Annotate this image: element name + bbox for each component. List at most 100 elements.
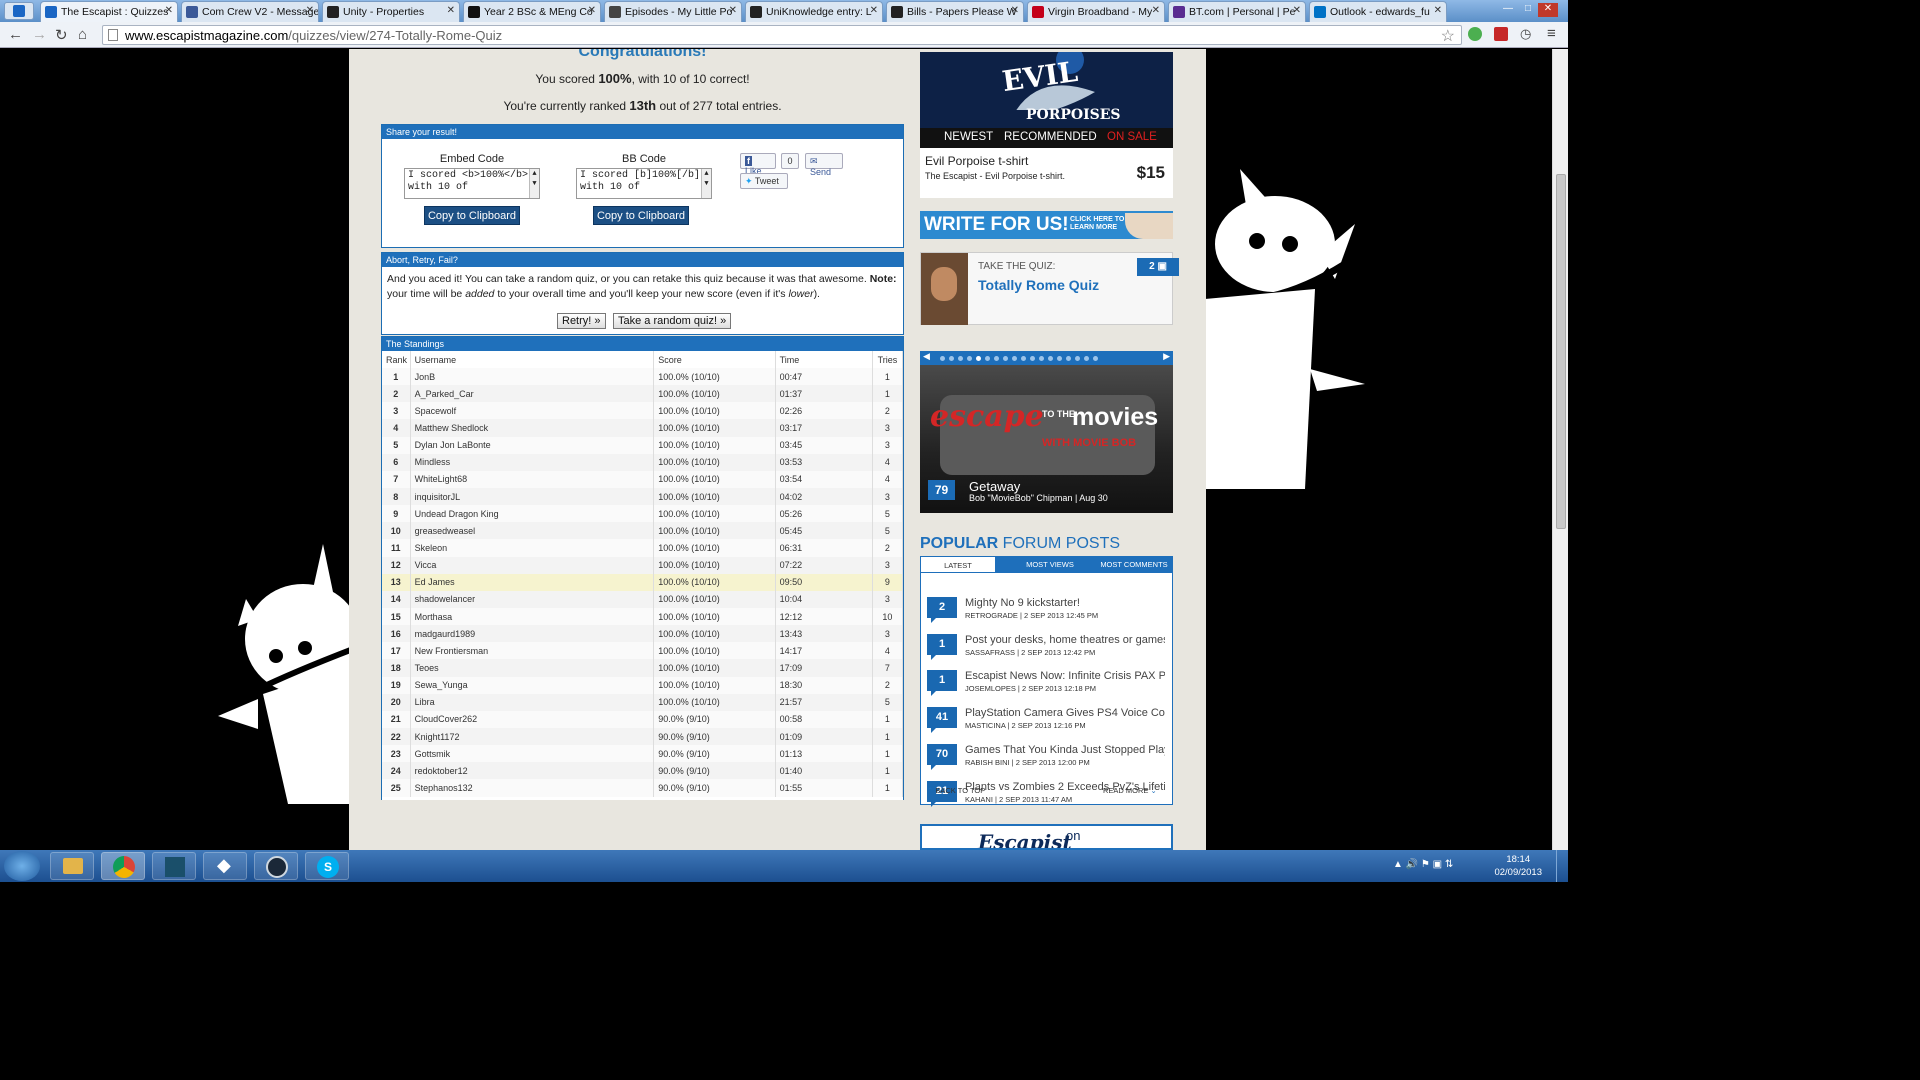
carousel-dot[interactable] [1030,356,1035,361]
skype-taskbar-icon[interactable]: S [305,852,349,880]
username-cell[interactable]: Mindless [410,453,655,471]
facebook-like-button[interactable]: f Like [740,153,776,176]
carousel-dot[interactable] [976,356,981,361]
username-cell[interactable]: Skeleon [410,539,655,557]
browser-tab[interactable]: The Escapist : Quizzes ✕ [40,1,178,22]
carousel-dot[interactable] [940,356,945,361]
username-cell[interactable]: Undead Dragon King [410,505,655,523]
bb-code-textarea[interactable]: I scored [b]100%[/b], with 10 of ▲ ▼ [576,168,712,199]
username-cell[interactable]: Morthasa [410,607,655,626]
carousel-dot[interactable] [1039,356,1044,361]
write-for-us-banner[interactable]: WRITE FOR US! CLICK HERE TO LEARN MORE [920,211,1173,239]
tab-close-icon[interactable]: ✕ [870,5,878,16]
store-nav-on-sale[interactable]: ON SALE [1107,131,1157,143]
carousel-dot[interactable] [958,356,963,361]
evil-porpoises-banner[interactable]: EVIL PORPOISES [920,49,1173,128]
tab-close-icon[interactable]: ✕ [165,5,173,16]
browser-tab[interactable]: Com Crew V2 - Messages ✕ [181,1,319,22]
list-item[interactable]: 41 PlayStation Camera Gives PS4 Voice Com… [921,707,1171,741]
browser-tab[interactable]: Episodes - My Little Po ✕ [604,1,742,22]
retry-button[interactable]: Retry! » [557,313,606,329]
facebook-send-button[interactable]: ✉ Send [805,153,843,177]
username-cell[interactable]: A_Parked_Car [410,385,655,403]
post-title[interactable]: Escapist News Now: Infinite Crisis PAX P… [965,670,1165,682]
forward-icon[interactable]: → [32,26,47,43]
reload-icon[interactable]: ↻ [55,26,68,44]
home-icon[interactable]: ⌂ [78,26,87,43]
minimize-icon[interactable]: — [1498,3,1518,17]
username-cell[interactable]: redoktober12 [410,762,655,780]
tab-close-icon[interactable]: ✕ [729,5,737,16]
username-cell[interactable]: Libra [410,693,655,711]
username-cell[interactable]: Spacewolf [410,402,655,420]
video-thumbnail[interactable]: escape TO THE movies WITH MOVIE BOB 79 G… [920,365,1173,513]
ide-taskbar-icon[interactable] [152,852,196,880]
browser-tab[interactable]: Virgin Broadband - My ✕ [1027,1,1165,22]
username-cell[interactable]: shadowelancer [410,590,655,608]
chrome-taskbar-icon[interactable] [101,852,145,880]
explorer-taskbar-icon[interactable] [50,852,94,880]
tweet-button[interactable]: ✦ Tweet [740,173,788,189]
carousel-dot[interactable] [1066,356,1071,361]
list-item[interactable]: 70 Games That You Kinda Just Stopped Play… [921,743,1171,778]
post-title[interactable]: Post your desks, home theatres or gamest [965,634,1165,646]
store-nav-newest[interactable]: NEWEST [944,131,993,143]
back-to-top-link[interactable]: ⌃ BACK TO TOP [927,786,985,795]
start-button[interactable] [4,851,40,881]
carousel-dot[interactable] [994,356,999,361]
take-quiz-card[interactable]: TAKE THE QUIZ: Totally Rome Quiz 2 ▣ [920,252,1179,325]
unity-taskbar-icon[interactable]: ◆ [203,852,247,880]
random-quiz-button[interactable]: Take a random quiz! » [613,313,732,329]
extension-icon[interactable] [1468,27,1482,41]
browser-tab[interactable]: UniKnowledge entry: L ✕ [745,1,883,22]
take-quiz-title[interactable]: Totally Rome Quiz [978,277,1099,293]
carousel-dot[interactable] [1012,356,1017,361]
list-item[interactable]: 1 Escapist News Now: Infinite Crisis PAX … [921,670,1171,704]
tab-close-icon[interactable]: ✕ [1152,5,1160,16]
tab-close-icon[interactable]: ✕ [588,5,596,16]
username-cell[interactable]: Dylan Jon LaBonte [410,436,655,454]
carousel-prev-icon[interactable]: ◀ [923,351,930,362]
carousel-dot[interactable] [1021,356,1026,361]
username-cell[interactable]: Teoes [410,659,655,677]
username-cell[interactable]: JonB [410,368,655,386]
post-title[interactable]: Games That You Kinda Just Stopped Playir [965,744,1165,756]
textarea-scrollbar[interactable]: ▲ ▼ [529,169,539,198]
username-cell[interactable]: Knight1172 [410,727,655,746]
post-title[interactable]: Mighty No 9 kickstarter! [965,597,1165,609]
carousel-dot[interactable] [967,356,972,361]
copy-bb-button[interactable]: Copy to Clipboard [593,206,689,225]
carousel-dot[interactable] [1048,356,1053,361]
username-cell[interactable]: madgaurd1989 [410,625,655,643]
extension-icon[interactable] [1494,27,1508,41]
back-icon[interactable]: ← [8,26,23,43]
post-title[interactable]: PlayStation Camera Gives PS4 Voice Com [965,707,1165,719]
system-clock[interactable]: 18:14 02/09/2013 [1494,853,1542,879]
username-cell[interactable]: WhiteLight68 [410,470,655,488]
carousel-dot[interactable] [1075,356,1080,361]
tab-latest[interactable]: LATEST [920,556,996,573]
escapist-social-banner[interactable]: Escapist on [920,824,1173,850]
close-icon[interactable]: ✕ [1538,3,1558,17]
carousel-dot[interactable] [1084,356,1089,361]
carousel-next-icon[interactable]: ▶ [1163,351,1170,362]
username-cell[interactable]: inquisitorJL [410,487,655,506]
bookmark-star-icon[interactable]: ☆ [1441,26,1455,46]
read-more-link[interactable]: READ MORE ⌄ [1103,786,1157,795]
chrome-app-icon[interactable] [4,2,34,20]
browser-tab[interactable]: Outlook - edwards_fu ✕ [1309,1,1447,22]
username-cell[interactable]: Matthew Shedlock [410,419,655,437]
steam-taskbar-icon[interactable] [254,852,298,880]
browser-tab[interactable]: BT.com | Personal | Pe ✕ [1168,1,1306,22]
store-product[interactable]: Evil Porpoise t-shirt The Escapist - Evi… [920,148,1173,198]
browser-tab[interactable]: Unity - Properties ✕ [322,1,460,22]
maximize-icon[interactable]: □ [1518,3,1538,17]
browser-tab[interactable]: Year 2 BSc & MEng Co ✕ [463,1,601,22]
tab-close-icon[interactable]: ✕ [306,5,314,16]
username-cell[interactable]: Ed James [410,573,655,591]
store-nav-recommended[interactable]: RECOMMENDED [1004,131,1097,143]
username-cell[interactable]: Vicca [410,556,655,574]
embed-code-textarea[interactable]: I scored <b>100%</b>, with 10 of ▲ ▼ [404,168,540,199]
scrollbar-thumb[interactable] [1556,174,1566,529]
video-comment-count[interactable]: 79 [928,480,955,500]
